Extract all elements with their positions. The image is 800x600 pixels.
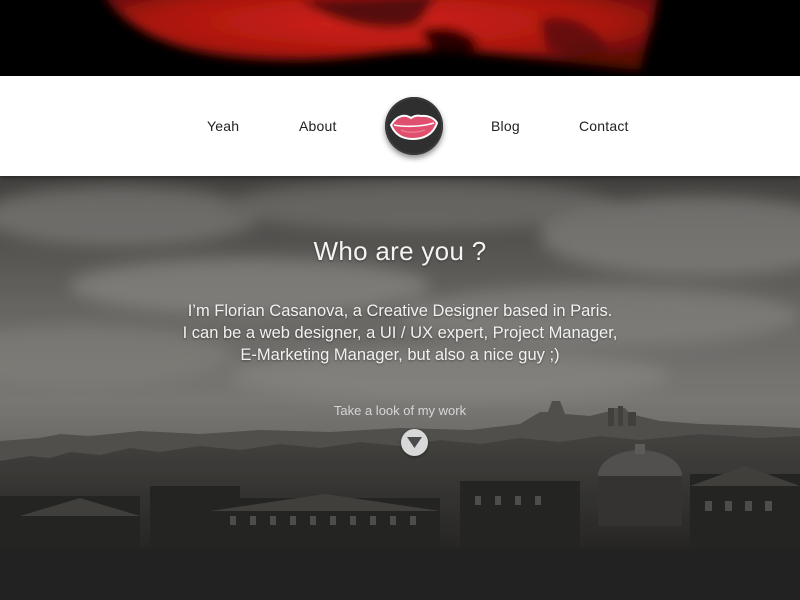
main-navbar: Yeah About Blog Contact xyxy=(0,76,800,176)
hero-section: Who are you ? I’m Florian Casanova, a Cr… xyxy=(0,176,800,549)
scroll-down-button[interactable] xyxy=(401,429,428,456)
hero-intro-line-2: I can be a web designer, a UI / UX exper… xyxy=(182,324,618,342)
hero-title: Who are you ? xyxy=(313,236,487,266)
nav-item-yeah[interactable]: Yeah xyxy=(207,118,239,134)
hero-intro-text: I’m Florian Casanova, a Creative Designe… xyxy=(0,300,800,366)
nav-item-blog[interactable]: Blog xyxy=(491,118,520,134)
footer xyxy=(0,549,800,600)
take-a-look-link[interactable]: Take a look of my work xyxy=(0,403,800,418)
hero-intro-line-3: E-Marketing Manager, but also a nice guy… xyxy=(240,346,560,364)
hero-intro-line-1: I’m Florian Casanova, a Creative Designe… xyxy=(187,302,613,320)
lips-icon xyxy=(389,114,439,141)
top-banner xyxy=(0,0,800,76)
nav-item-about[interactable]: About xyxy=(299,118,337,134)
banner-artwork xyxy=(0,0,800,76)
logo-button[interactable] xyxy=(385,97,443,155)
arrow-down-icon xyxy=(407,437,422,448)
nav-item-contact[interactable]: Contact xyxy=(579,118,629,134)
